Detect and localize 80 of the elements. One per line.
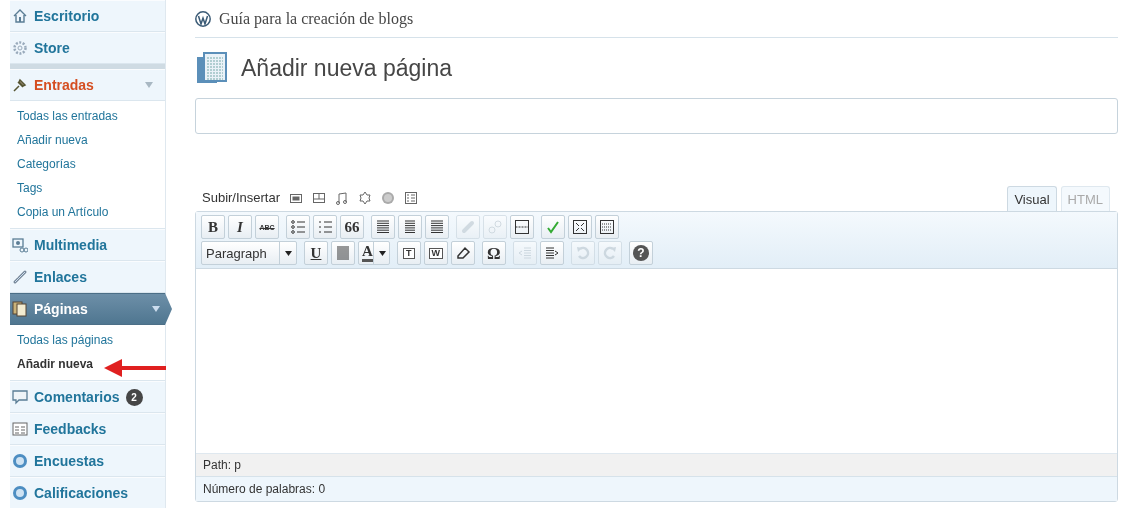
gallery-icon[interactable] (312, 190, 327, 205)
justify-button[interactable] (331, 241, 355, 265)
upload-insert-label: Subir/Insertar (202, 190, 281, 205)
kitchensink-icon (599, 219, 615, 235)
wordpress-logo-icon (195, 10, 211, 27)
disc-icon (12, 453, 28, 469)
caret-icon (152, 306, 160, 312)
submenu-item[interactable]: Tags (17, 176, 43, 200)
redo-icon (601, 245, 618, 261)
bullist-button[interactable] (286, 215, 310, 239)
numlist-button[interactable] (313, 215, 337, 239)
site-title[interactable]: Guía para la creación de blogs (219, 9, 414, 28)
annotation-arrow (104, 358, 168, 378)
spellcheck-button[interactable] (541, 215, 565, 239)
media-icon (12, 237, 28, 253)
italic-button[interactable]: I (228, 215, 252, 239)
submenu-item[interactable]: Añadir nueva (17, 352, 94, 376)
form-icon[interactable] (404, 190, 419, 205)
caret-icon (145, 82, 153, 88)
color-button[interactable]: A (358, 241, 390, 265)
pages-icon (195, 51, 229, 85)
menu-item[interactable]: Multimedia (10, 229, 165, 261)
quote-button[interactable]: 66 (340, 215, 364, 239)
alignright-button[interactable] (425, 215, 449, 239)
menu-item[interactable]: Escritorio (10, 0, 165, 32)
pasteword-button[interactable]: W (423, 241, 448, 265)
feedback-icon (12, 421, 28, 437)
element-path: Path: p (196, 453, 1117, 476)
menu-item[interactable]: Feedbacks (10, 413, 165, 445)
eraser-icon (454, 245, 471, 261)
unlink-icon (487, 219, 503, 235)
link-icon (460, 219, 476, 235)
bold-button[interactable]: B (201, 215, 225, 239)
caret-icon (378, 250, 386, 256)
numlist-icon (317, 219, 333, 235)
pastetext-button[interactable]: T (396, 241, 421, 265)
count-badge: 2 (125, 388, 143, 406)
more-button[interactable] (510, 215, 534, 239)
menu-item[interactable]: Calificaciones (10, 477, 165, 508)
menu-item[interactable]: Páginas (10, 293, 172, 325)
outdent-icon (516, 245, 533, 261)
circle-icon[interactable] (381, 190, 396, 205)
menu-item[interactable]: Encuestas (10, 445, 165, 477)
submenu-item[interactable]: Copia un Artículo (17, 200, 109, 224)
home-icon (12, 8, 28, 24)
star-icon[interactable] (358, 190, 373, 205)
indent-icon (543, 245, 560, 261)
bullist-icon (290, 219, 306, 235)
more-icon (514, 219, 530, 235)
spellcheck-icon (545, 219, 561, 235)
charmap-button[interactable]: Ω (481, 241, 506, 265)
fullscreen-icon (572, 219, 588, 235)
disc-icon (12, 485, 28, 501)
underline-button[interactable]: U (304, 241, 328, 265)
title-input-field[interactable] (195, 98, 1118, 134)
link-icon (12, 269, 28, 285)
kitchensink-button[interactable] (595, 215, 619, 239)
help-button[interactable]: ? (628, 241, 653, 265)
submenu-item[interactable]: Todas las entradas (17, 104, 118, 128)
pages-icon (12, 301, 28, 317)
alignright-icon (429, 219, 445, 235)
indent-button[interactable] (539, 241, 564, 265)
eraser-button[interactable] (450, 241, 475, 265)
submenu-item[interactable]: Añadir nueva (17, 128, 88, 152)
aligncenter-icon (402, 219, 418, 235)
fullscreen-button[interactable] (568, 215, 592, 239)
alignleft-icon (375, 219, 391, 235)
submenu-item[interactable]: Todas las páginas (17, 328, 114, 352)
caret-icon (285, 250, 292, 256)
format-dropdown[interactable]: Paragraph (201, 241, 297, 265)
menu-item[interactable]: Comentarios 2 (10, 381, 165, 413)
page-title: Añadir nueva página (241, 54, 452, 82)
undo-icon (574, 245, 591, 261)
aligncenter-button[interactable] (398, 215, 422, 239)
audio-icon[interactable] (335, 190, 350, 205)
gear-icon (12, 40, 28, 56)
editor-tab[interactable]: Visual (1007, 186, 1057, 211)
submenu-item[interactable]: Categorías (17, 152, 76, 176)
word-count: Número de palabras: 0 (196, 476, 1117, 501)
alignleft-button[interactable] (371, 215, 395, 239)
